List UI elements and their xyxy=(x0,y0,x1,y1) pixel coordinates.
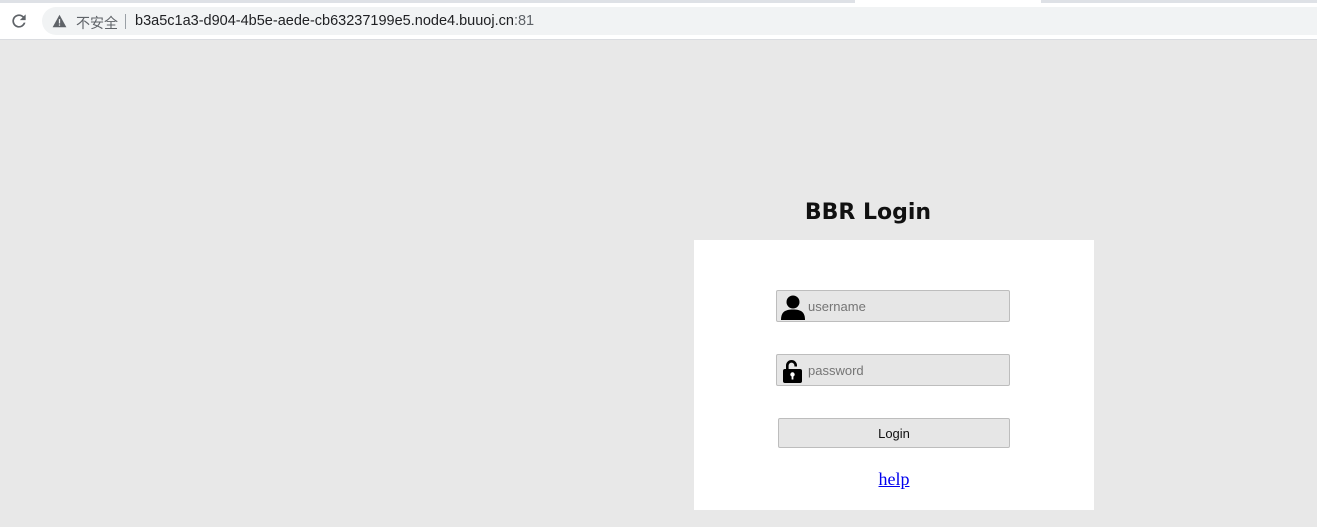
reload-icon[interactable] xyxy=(9,11,29,31)
help-row: help xyxy=(694,469,1094,490)
password-field[interactable] xyxy=(776,354,1010,386)
warning-triangle-icon[interactable] xyxy=(52,14,67,28)
page-title: BBR Login xyxy=(804,200,932,225)
omnibox-divider xyxy=(125,14,126,29)
url-host: b3a5c1a3-d904-4b5e-aede-cb63237199e5.nod… xyxy=(135,13,514,29)
user-icon xyxy=(781,295,805,320)
password-input[interactable] xyxy=(808,355,1004,385)
lock-icon xyxy=(783,360,802,383)
url-text[interactable]: b3a5c1a3-d904-4b5e-aede-cb63237199e5.nod… xyxy=(135,13,534,29)
login-panel: Login help xyxy=(694,240,1094,510)
username-field[interactable] xyxy=(776,290,1010,322)
username-input[interactable] xyxy=(808,291,1004,321)
login-button[interactable]: Login xyxy=(778,418,1010,448)
security-label[interactable]: 不安全 xyxy=(76,13,118,33)
address-bar[interactable]: 不安全 b3a5c1a3-d904-4b5e-aede-cb63237199e5… xyxy=(42,7,1317,35)
browser-toolbar: 不安全 b3a5c1a3-d904-4b5e-aede-cb63237199e5… xyxy=(0,3,1317,40)
url-port: :81 xyxy=(513,13,535,29)
help-link[interactable]: help xyxy=(879,469,910,489)
